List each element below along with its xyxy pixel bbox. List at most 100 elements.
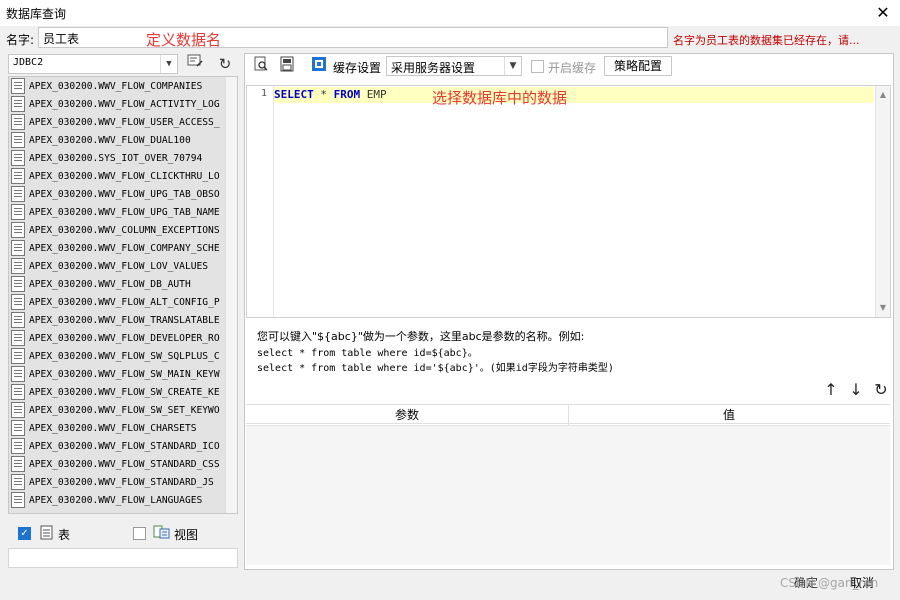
table-list-item-label: APEX_030200.WWV_FLOW_STANDARD_JS xyxy=(29,476,214,488)
table-search-input[interactable] xyxy=(8,548,238,568)
preview-icon[interactable] xyxy=(250,56,272,76)
table-list-item[interactable]: APEX_030200.WWV_FLOW_USER_ACCESS_ xyxy=(9,113,227,131)
table-list-item[interactable]: APEX_030200.WWV_FLOW_STANDARD_CSS xyxy=(9,455,227,473)
table-list-item-label: APEX_030200.WWV_COLUMN_EXCEPTIONS xyxy=(29,224,220,236)
table-list-item-label: APEX_030200.WWV_FLOW_STANDARD_CSS xyxy=(29,458,220,470)
cache-mode-value: 采用服务器设置 xyxy=(391,61,476,75)
table-list-item[interactable]: APEX_030200.WWV_FLOW_TRANSLATABLE xyxy=(9,311,227,329)
enable-cache-checkbox[interactable] xyxy=(531,60,544,73)
table-list-item[interactable]: APEX_030200.WWV_FLOW_SW_SET_KEYWO xyxy=(9,401,227,419)
table-list-item[interactable]: APEX_030200.WWV_FLOW_COMPANIES xyxy=(9,77,227,95)
table-icon xyxy=(11,186,25,202)
sql-code: SELECT * FROM EMP xyxy=(274,88,387,101)
table-list-item[interactable]: APEX_030200.WWV_FLOW_SW_CREATE_KE xyxy=(9,383,227,401)
table-icon xyxy=(11,204,25,220)
table-list-item-label: APEX_030200.WWV_FLOW_UPG_TAB_OBSO xyxy=(29,188,220,200)
table-list-item-label: APEX_030200.WWV_FLOW_UPG_TAB_NAME xyxy=(29,206,220,218)
table-list-item[interactable]: APEX_030200.WWV_FLOW_DB_AUTH xyxy=(9,275,227,293)
table-icon xyxy=(11,366,25,382)
table-icon xyxy=(11,312,25,328)
table-list-item[interactable]: APEX_030200.WWV_FLOW_UPG_TAB_OBSO xyxy=(9,185,227,203)
table-list-item[interactable]: APEX_030200.WWV_FLOW_LOV_VALUES xyxy=(9,257,227,275)
arrow-down-icon[interactable]: ↓ xyxy=(847,381,865,399)
table-list-item[interactable]: APEX_030200.SYS_IOT_OVER_70794 xyxy=(9,149,227,167)
cache-settings-icon[interactable] xyxy=(308,56,330,76)
table-icon xyxy=(11,474,25,490)
sql-table-name: EMP xyxy=(360,88,387,101)
sql-editor[interactable]: 1 SELECT * FROM EMP 选择数据库中的数据 ▲ ▼ xyxy=(246,85,891,318)
table-icon xyxy=(11,384,25,400)
table-list-item[interactable]: APEX_030200.WWV_FLOW_COMPANY_SCHE xyxy=(9,239,227,257)
policy-config-button[interactable]: 策略配置 xyxy=(604,56,672,76)
table-list-item-label: APEX_030200.WWV_FLOW_TRANSLATABLE xyxy=(29,314,220,326)
table-icon xyxy=(11,114,25,130)
table-list-item[interactable]: APEX_030200.WWV_FLOW_DUAL100 xyxy=(9,131,227,149)
view-filter-checkbox[interactable] xyxy=(133,527,146,540)
table-list-item[interactable]: APEX_030200.WWV_FLOW_ACTIVITY_LOG xyxy=(9,95,227,113)
table-filter-checkbox[interactable]: ✓ xyxy=(18,527,31,540)
table-icon xyxy=(11,240,25,256)
chevron-down-icon: ▼ xyxy=(160,55,177,73)
table-list-item[interactable]: APEX_030200.WWV_FLOW_CHARSETS xyxy=(9,419,227,437)
sql-keyword-from: FROM xyxy=(333,88,361,101)
table-list-item[interactable]: APEX_030200.WWV_FLOW_LANGUAGES xyxy=(9,491,227,509)
table-list-item[interactable]: APEX_030200.WWV_COLUMN_EXCEPTIONS xyxy=(9,221,227,239)
refresh-icon[interactable]: ↻ xyxy=(872,381,890,399)
table-icon xyxy=(11,222,25,238)
view-filter-label: 视图 xyxy=(174,528,199,542)
value-column-header[interactable]: 值 xyxy=(568,405,890,425)
close-icon[interactable]: ✕ xyxy=(872,2,894,24)
table-list-item-label: APEX_030200.WWV_FLOW_STANDARD_ICO xyxy=(29,440,220,452)
table-list-item[interactable]: APEX_030200.WWV_FLOW_CLICKTHRU_LO xyxy=(9,167,227,185)
refresh-icon[interactable]: ↻ xyxy=(214,54,236,74)
table-icon xyxy=(11,132,25,148)
sql-star: * xyxy=(313,88,334,101)
table-list-item[interactable]: APEX_030200.WWV_FLOW_DEVELOPER_RO xyxy=(9,329,227,347)
name-annotation: 定义数据名 xyxy=(146,31,222,49)
table-list-item[interactable]: APEX_030200.WWV_FLOW_SW_MAIN_KEYW xyxy=(9,365,227,383)
table-list-item-label: APEX_030200.WWV_FLOW_LOV_VALUES xyxy=(29,260,209,272)
scroll-up-icon[interactable]: ▲ xyxy=(876,88,890,102)
table-list-item-label: APEX_030200.WWV_FLOW_SW_CREATE_KE xyxy=(29,386,220,398)
cache-mode-select[interactable]: 采用服务器设置 ▼ xyxy=(386,56,522,76)
table-list-item-label: APEX_030200.WWV_FLOW_SW_SET_KEYWO xyxy=(29,404,220,416)
sql-keyword-select: SELECT xyxy=(274,88,314,101)
table-icon xyxy=(11,492,25,508)
table-icon xyxy=(11,150,25,166)
table-list-item-label: APEX_030200.WWV_FLOW_DUAL100 xyxy=(29,134,191,146)
name-exists-warning: 名字为员工表的数据集已经存在，请... xyxy=(673,34,860,47)
table-list-item[interactable]: APEX_030200.WWV_FLOW_SW_SQLPLUS_C xyxy=(9,347,227,365)
table-list-body: APEX_030200.WWV_FLOW_COMPANIES APEX_03020… xyxy=(9,77,227,513)
table-list-item[interactable]: APEX_030200.WWV_FLOW_ALT_CONFIG_P xyxy=(9,293,227,311)
sql-annotation: 选择数据库中的数据 xyxy=(432,89,568,107)
editor-scrollbar[interactable]: ▲ ▼ xyxy=(875,86,890,317)
name-input-value: 员工表 xyxy=(43,32,80,46)
param-column-header[interactable]: 参数 xyxy=(246,405,569,425)
table-list-item-label: APEX_030200.WWV_FLOW_CHARSETS xyxy=(29,422,197,434)
table-list-item-label: APEX_030200.WWV_FLOW_COMPANY_SCHE xyxy=(29,242,220,254)
table-list-item[interactable]: APEX_030200.WWV_FLOW_STANDARD_ICO xyxy=(9,437,227,455)
parameter-help-example-2: select * from table where id='${abc}'。(如… xyxy=(257,363,614,374)
parameters-table-header: 参数 值 xyxy=(246,404,890,425)
table-list-scrollbar[interactable] xyxy=(225,77,237,513)
table-list-item-label: APEX_030200.WWV_FLOW_LANGUAGES xyxy=(29,494,203,506)
scroll-down-icon[interactable]: ▼ xyxy=(876,301,890,315)
parameters-table-body[interactable] xyxy=(246,425,890,565)
save-icon[interactable] xyxy=(276,56,298,76)
table-list[interactable]: APEX_030200.WWV_FLOW_COMPANIES APEX_03020… xyxy=(8,76,238,514)
arrow-up-icon[interactable]: ↑ xyxy=(822,381,840,399)
table-list-item[interactable]: APEX_030200.WWV_FLOW_UPG_TAB_NAME xyxy=(9,203,227,221)
table-icon xyxy=(11,276,25,292)
table-icon xyxy=(11,348,25,364)
view-icon xyxy=(153,524,171,543)
table-list-item-label: APEX_030200.WWV_FLOW_USER_ACCESS_ xyxy=(29,116,220,128)
table-filter-label: 表 xyxy=(58,528,71,542)
chevron-down-icon: ▼ xyxy=(504,57,521,75)
table-list-item-label: APEX_030200.WWV_FLOW_ALT_CONFIG_P xyxy=(29,296,220,308)
table-icon xyxy=(11,294,25,310)
connection-select[interactable]: JDBC2 ▼ xyxy=(8,54,178,74)
name-input[interactable]: 员工表 xyxy=(38,27,668,48)
table-list-item[interactable]: APEX_030200.WWV_FLOW_STANDARD_JS xyxy=(9,473,227,491)
table-icon xyxy=(11,402,25,418)
edit-connection-icon[interactable] xyxy=(184,54,206,74)
